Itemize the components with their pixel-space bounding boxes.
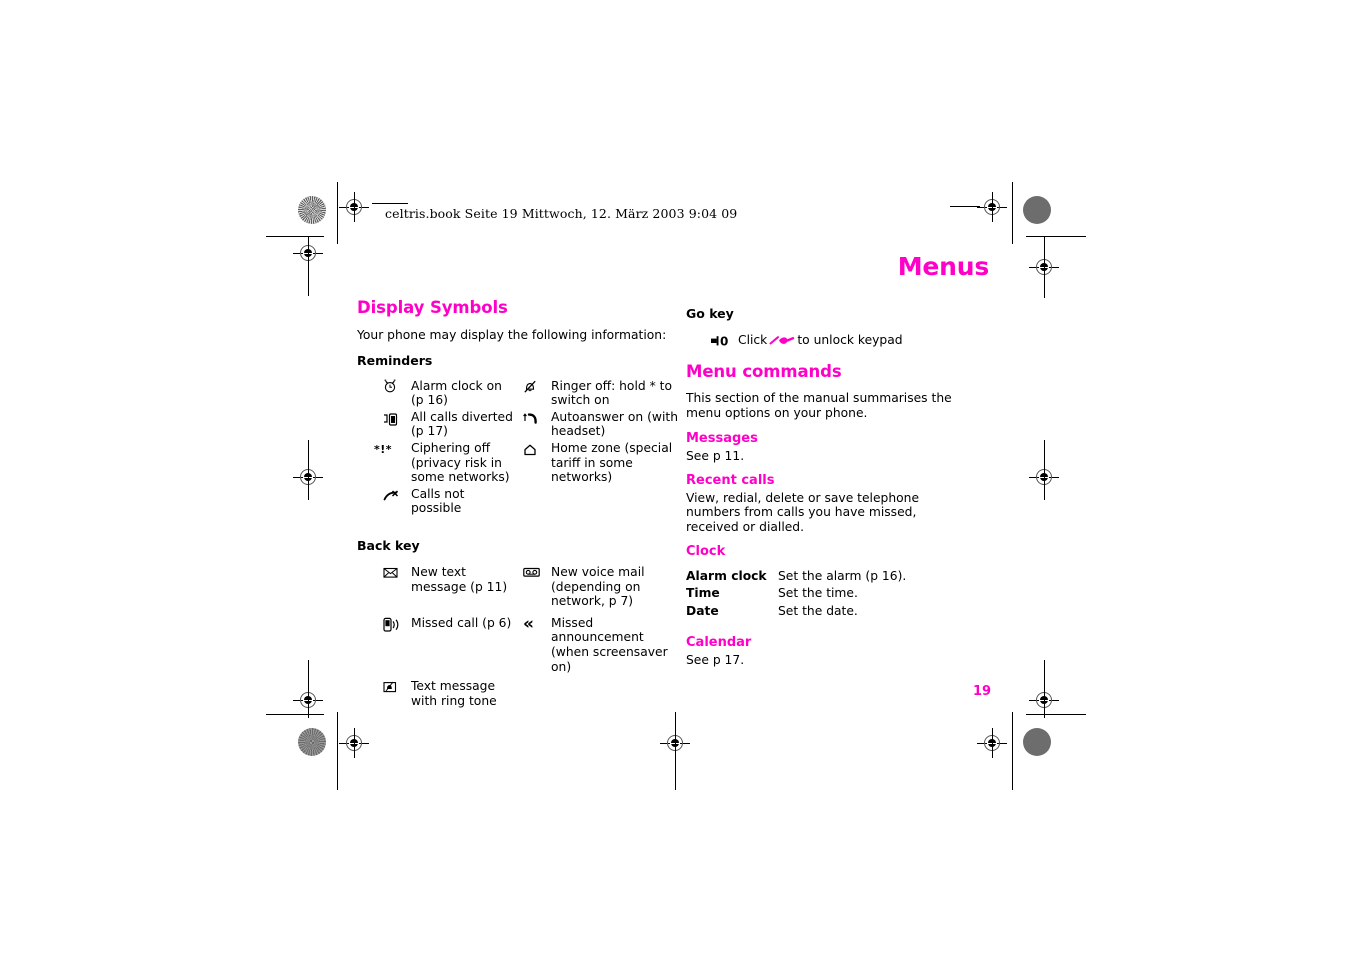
trim-line-middle-right-vertical — [1044, 440, 1045, 500]
registration-mark-top-right — [977, 192, 1007, 222]
trim-line-lower-left-horizontal — [266, 714, 324, 715]
backkey-text-new-text-message: New text message (p 11) — [411, 564, 508, 594]
voice-mail-icon — [523, 565, 545, 611]
reminder-text-calls-not-possible: Calls not possible — [411, 486, 465, 516]
back-key-empty-icon-slot — [523, 676, 545, 710]
menu-group-body-recent-calls: View, redial, delete or save telephone n… — [686, 490, 920, 534]
go-key-instruction: Click to unlock keypad — [738, 333, 998, 348]
registration-rosette-top-right — [1023, 196, 1051, 224]
running-head-title: Menus — [897, 252, 990, 281]
trim-line-upper-right-horizontal — [1026, 236, 1086, 237]
reminders-empty-icon-slot — [523, 487, 545, 518]
alarm-clock-icon — [383, 379, 405, 410]
missed-call-icon — [383, 611, 405, 676]
clock-commands-table: Alarm clock Set the alarm (p 16). Time S… — [686, 568, 998, 621]
registration-mark-bottom-right — [977, 728, 1007, 758]
svg-text:0: 0 — [720, 334, 728, 348]
registration-mark-bottom-left — [339, 728, 369, 758]
clock-command-value-date: Set the date. — [778, 603, 858, 618]
menu-group-title-messages: Messages — [686, 431, 758, 447]
trim-line-middle-left-vertical — [308, 440, 309, 500]
trim-line-lower-left-vertical — [308, 660, 309, 718]
registration-rosette-bottom-left — [298, 728, 326, 756]
reminder-text-ringer-off: Ringer off: hold * to switch on — [551, 378, 672, 408]
page-canvas: celtris.book Seite 19 Mittwoch, 12. März… — [0, 0, 1351, 954]
back-key-empty-text-slot — [551, 676, 679, 710]
reminder-text-alarm-clock: Alarm clock on (p 16) — [411, 378, 502, 408]
backkey-text-text-message-ring-tone: Text message with ring tone — [411, 679, 497, 708]
go-key-text-before: Click — [738, 333, 768, 347]
reminder-text-autoanswer: Autoanswer on (with headset) — [551, 409, 678, 439]
ciphering-off-icon: *!* — [374, 442, 393, 456]
reminders-symbol-table: Alarm clock on (p 16) Ringer off: hold *… — [374, 378, 678, 518]
trim-line-lower-right-horizontal — [1026, 714, 1086, 715]
menu-group-title-recent-calls: Recent calls — [686, 472, 775, 488]
trim-line-lower-right-vertical — [1044, 660, 1045, 718]
menu-group-title-clock: Clock — [686, 543, 726, 559]
autoanswer-icon — [523, 410, 545, 441]
display-symbols-intro: Your phone may display the following inf… — [357, 328, 667, 342]
text-message-ringtone-icon — [383, 676, 405, 710]
subheading-go-key: Go key — [686, 306, 734, 321]
header-rule — [372, 203, 408, 204]
page-title-display-symbols: Display Symbols — [357, 298, 508, 317]
menu-commands-intro: This section of the manual summarises th… — [686, 391, 952, 420]
clock-command-key-alarm-clock: Alarm clock — [686, 568, 767, 583]
menu-group-body-calendar: See p 17. — [686, 653, 745, 668]
trim-line-top-left-vertical — [337, 182, 338, 244]
reminder-text-home-zone: Home zone (special tariff in some networ… — [551, 440, 673, 485]
menu-group-body-messages: See p 11. — [686, 449, 745, 464]
backkey-text-new-voice-mail: New voice mail (depending on network, p … — [551, 564, 645, 609]
reminders-empty-text-slot — [551, 487, 679, 518]
trim-line-upper-left-horizontal — [266, 236, 324, 237]
ringer-off-icon — [523, 379, 545, 410]
file-header-line: celtris.book Seite 19 Mittwoch, 12. März… — [385, 206, 738, 221]
trim-line-upper-right-vertical — [1044, 236, 1045, 298]
key-icon — [769, 334, 795, 346]
clock-command-value-alarm-clock: Set the alarm (p 16). — [778, 568, 907, 583]
trim-line-bottom-right-vertical — [1012, 712, 1013, 790]
registration-rosette-bottom-right — [1023, 728, 1051, 756]
reminder-text-ciphering-off: Ciphering off (privacy risk in some netw… — [411, 440, 510, 485]
subheading-back-key: Back key — [357, 537, 420, 553]
clock-command-key-date: Date — [686, 603, 719, 618]
go-key-row: 0 Click to unlock keypad — [710, 333, 998, 348]
trim-line-bottom-left-vertical — [337, 712, 338, 790]
calls-not-possible-icon — [383, 487, 405, 518]
registration-rosette-top-left — [298, 196, 326, 224]
trim-line-bottom-center-vertical — [675, 712, 676, 790]
envelope-icon — [383, 565, 405, 611]
home-zone-icon — [523, 441, 545, 487]
backkey-text-missed-announcement: Missed announcement (when screensaver on… — [551, 615, 668, 674]
trim-line-upper-left-vertical — [308, 236, 309, 296]
missed-announcement-icon: « — [523, 613, 534, 634]
clock-command-key-time: Time — [686, 586, 720, 601]
trim-line-top-right-vertical — [1012, 182, 1013, 244]
page-number: 19 — [973, 684, 992, 699]
go-key-zero-icon: 0 — [710, 333, 738, 348]
trim-line-top-right-horizontal — [950, 206, 980, 207]
go-key-text-after: to unlock keypad — [797, 333, 903, 347]
page-title-menu-commands: Menu commands — [686, 362, 842, 381]
clock-command-value-time: Set the time. — [778, 586, 858, 601]
left-column: Display Symbols Your phone may display t… — [357, 298, 678, 710]
reminder-text-all-calls-diverted: All calls diverted (p 17) — [411, 409, 513, 439]
subheading-reminders: Reminders — [357, 352, 433, 368]
menu-group-title-calendar: Calendar — [686, 635, 752, 651]
call-divert-icon — [383, 410, 405, 441]
backkey-text-missed-call: Missed call (p 6) — [411, 615, 512, 630]
registration-mark-top-left — [339, 192, 369, 222]
right-column: Go key 0 Click to unlock keypad Menu comm… — [686, 306, 998, 668]
back-key-symbol-table: New text message (p 11) New voice mail (… — [383, 565, 669, 710]
